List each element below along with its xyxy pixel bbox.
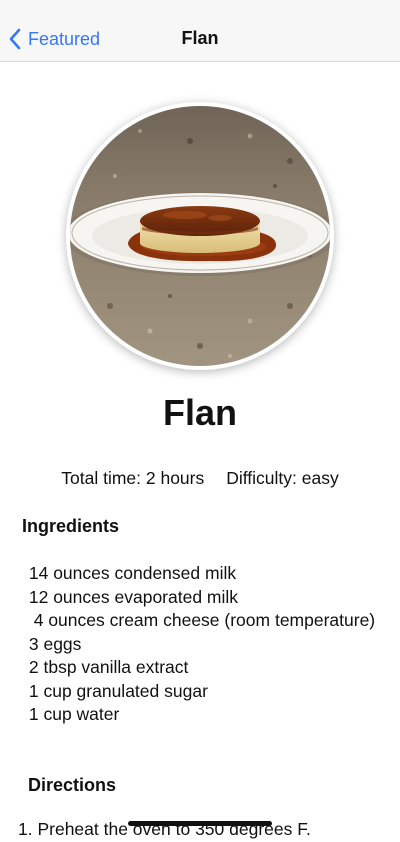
ingredient-item: 1 cup granulated sugar bbox=[24, 680, 208, 701]
ingredient-item: 3 eggs bbox=[24, 633, 82, 654]
ingredients-list: 14 ounces condensed milk 12 ounces evapo… bbox=[24, 562, 384, 727]
navigation-bar: Featured Flan bbox=[0, 0, 400, 62]
recipe-title: Flan bbox=[162, 392, 237, 433]
ingredients-heading: Ingredients bbox=[22, 516, 120, 536]
ingredient-item: 1 cup water bbox=[24, 704, 120, 724]
ingredient-item: 12 ounces evaporated milk bbox=[24, 586, 239, 607]
difficulty: Difficulty: easy bbox=[226, 468, 339, 488]
directions-heading: Directions bbox=[28, 775, 117, 795]
recipe-meta: Total time: 2 hours Difficulty: easy bbox=[0, 468, 400, 489]
nav-title: Flan bbox=[181, 28, 219, 48]
ingredient-item: 14 ounces condensed milk bbox=[24, 563, 237, 583]
recipe-image bbox=[66, 102, 334, 370]
flan-photo bbox=[70, 106, 330, 366]
ingredient-item: 4 ounces cream cheese (room temperature) bbox=[24, 610, 376, 630]
home-indicator[interactable] bbox=[128, 821, 272, 826]
ingredient-item: 2 tbsp vanilla extract bbox=[24, 657, 189, 677]
total-time: Total time: 2 hours bbox=[61, 468, 205, 488]
